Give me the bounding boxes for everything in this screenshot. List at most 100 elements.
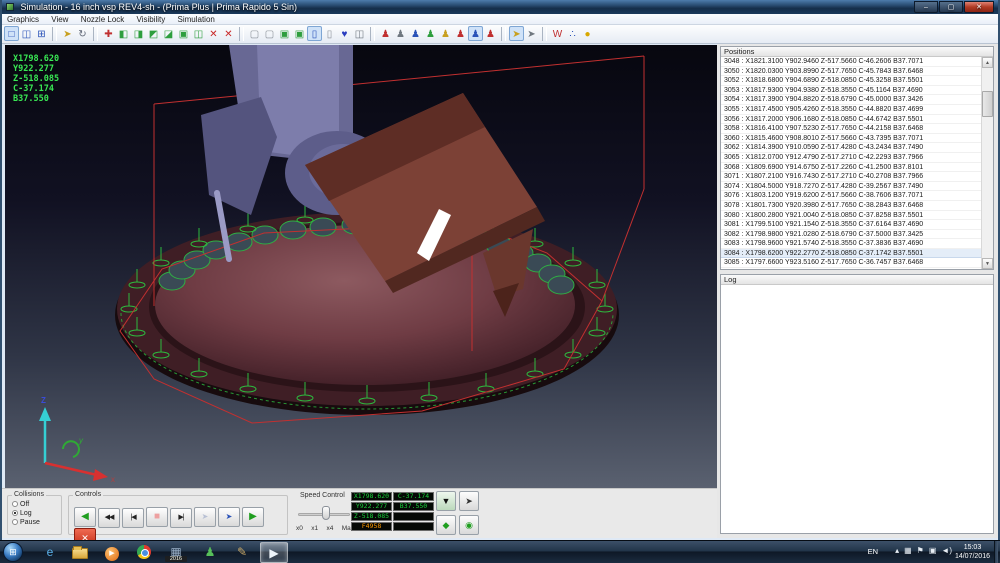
- target-tool-button[interactable]: ◉: [459, 515, 479, 535]
- scroll-down-icon[interactable]: ▼: [982, 258, 993, 269]
- position-row[interactable]: 3074 : X1804.5000 Y918.7270 Z-517.4280 C…: [721, 182, 981, 192]
- menu-nozzle-lock[interactable]: Nozzle Lock: [76, 14, 130, 25]
- nozzle-display-button[interactable]: ▼: [436, 491, 456, 511]
- run-to-button[interactable]: ➤: [218, 507, 240, 527]
- scroll-up-icon[interactable]: ▲: [982, 57, 993, 68]
- position-row[interactable]: 3065 : X1812.0700 Y912.4790 Z-517.2710 C…: [721, 153, 981, 163]
- bin-icon[interactable]: ◫: [352, 26, 367, 41]
- stop-button[interactable]: ■: [146, 507, 168, 527]
- part-shaded-icon[interactable]: ▣: [292, 26, 307, 41]
- viewport-split-icon[interactable]: ◫: [19, 26, 34, 41]
- maximize-button[interactable]: ▢: [939, 1, 963, 13]
- flag-icon[interactable]: ⚑: [917, 546, 924, 555]
- position-row[interactable]: 3052 : X1818.6800 Y904.6890 Z-518.0850 C…: [721, 76, 981, 86]
- language-indicator[interactable]: EN: [868, 547, 878, 556]
- position-row[interactable]: 3080 : X1800.2800 Y921.0040 Z-518.0850 C…: [721, 211, 981, 221]
- pick-append-icon[interactable]: ➤: [524, 26, 539, 41]
- wireframe-w-icon[interactable]: W: [550, 26, 565, 41]
- network-icon[interactable]: ▣: [929, 546, 937, 555]
- positions-list[interactable]: 3048 : X1821.3100 Y902.9460 Z-517.5660 C…: [721, 57, 981, 269]
- robot-pose-7-icon[interactable]: ♟: [468, 26, 483, 41]
- shield-icon[interactable]: ♥: [337, 26, 352, 41]
- log-area[interactable]: [721, 285, 993, 533]
- skip-end-button[interactable]: ▶|: [170, 508, 192, 528]
- part-solid-icon[interactable]: ▣: [277, 26, 292, 41]
- menu-visibility[interactable]: Visibility: [132, 14, 171, 25]
- positions-scrollbar[interactable]: ▲ ▼: [981, 57, 993, 269]
- jog-axis-icon[interactable]: ✚: [101, 26, 116, 41]
- taskbar-ie-icon[interactable]: e: [36, 542, 64, 563]
- lock-icon[interactable]: ●: [580, 26, 595, 41]
- menu-view[interactable]: View: [46, 14, 73, 25]
- clock[interactable]: 15:03 14/07/2016: [955, 543, 990, 561]
- part-wireframe-icon[interactable]: ▢: [247, 26, 262, 41]
- taskbar-app-2016-icon[interactable]: ▦2016: [162, 542, 190, 563]
- viewport-3d[interactable]: Z x y X1798.620 Y922.277 Z-518.085 C-37.…: [5, 45, 717, 488]
- close-button[interactable]: ✕: [964, 1, 994, 13]
- taskbar-active-sim-icon[interactable]: ▶: [260, 542, 288, 563]
- show-desktop-button[interactable]: [994, 541, 998, 563]
- part-ghost-icon[interactable]: ▢: [262, 26, 277, 41]
- play-button[interactable]: ▶: [242, 507, 264, 527]
- start-button[interactable]: ⊞: [3, 542, 23, 562]
- position-row[interactable]: 3068 : X1809.6900 Y914.6750 Z-517.2260 C…: [721, 163, 981, 173]
- taskbar-media-player-icon[interactable]: ▶: [98, 542, 126, 563]
- machine-view-5-icon[interactable]: ▣: [176, 26, 191, 41]
- robot-pose-8-icon[interactable]: ♟: [483, 26, 498, 41]
- position-row[interactable]: 3053 : X1817.9300 Y904.9380 Z-518.3550 C…: [721, 86, 981, 96]
- taskbar-explorer-icon[interactable]: [66, 542, 94, 563]
- delete-path-icon[interactable]: ✕: [206, 26, 221, 41]
- step-over-button[interactable]: ➤: [194, 507, 216, 527]
- position-row[interactable]: 3076 : X1803.1200 Y919.6200 Z-517.5660 C…: [721, 191, 981, 201]
- position-row[interactable]: 3055 : X1817.4500 Y905.4260 Z-518.3550 C…: [721, 105, 981, 115]
- speed-slider-thumb[interactable]: [322, 506, 330, 520]
- scroll-thumb[interactable]: [982, 91, 993, 117]
- machine-view-1-icon[interactable]: ◧: [116, 26, 131, 41]
- machine-view-4-icon[interactable]: ◪: [161, 26, 176, 41]
- robot-pose-4-icon[interactable]: ♟: [423, 26, 438, 41]
- position-row[interactable]: 3082 : X1798.9800 Y921.0280 Z-518.6790 C…: [721, 230, 981, 240]
- taskbar-utility-icon[interactable]: ✎: [228, 542, 256, 563]
- position-row[interactable]: 3054 : X1817.3900 Y904.8820 Z-518.6790 C…: [721, 95, 981, 105]
- path-nodes-icon[interactable]: ∴: [565, 26, 580, 41]
- viewport-single-icon[interactable]: □: [4, 26, 19, 41]
- position-row[interactable]: 3062 : X1814.3900 Y910.0590 Z-517.4280 C…: [721, 143, 981, 153]
- position-row[interactable]: 3048 : X1821.3100 Y902.9460 Z-517.5660 C…: [721, 57, 981, 67]
- robot-pose-2-icon[interactable]: ♟: [393, 26, 408, 41]
- position-row[interactable]: 3058 : X1816.4100 Y907.5230 Z-517.7650 C…: [721, 124, 981, 134]
- taskbar-chrome-icon[interactable]: [130, 542, 158, 563]
- pick-position-icon[interactable]: ➤: [509, 26, 524, 41]
- delete-all-paths-icon[interactable]: ✕: [221, 26, 236, 41]
- play-reverse-button[interactable]: ◀: [74, 507, 96, 527]
- collision-off-radio[interactable]: Off: [12, 500, 61, 509]
- grid-icon[interactable]: ▦: [904, 546, 912, 555]
- machine-view-6-icon[interactable]: ◫: [191, 26, 206, 41]
- taskbar-sim-icon[interactable]: ♟: [196, 542, 224, 563]
- volume-icon[interactable]: ◄): [941, 546, 952, 555]
- skip-start-button[interactable]: |◀: [122, 508, 144, 528]
- hand-tool-button[interactable]: ◆: [436, 515, 456, 535]
- collision-pause-radio[interactable]: Pause: [12, 518, 61, 527]
- machine-view-2-icon[interactable]: ◨: [131, 26, 146, 41]
- minimize-button[interactable]: –: [914, 1, 938, 13]
- position-row[interactable]: 3085 : X1797.6600 Y923.5160 Z-517.7650 C…: [721, 258, 981, 268]
- panel-toggle-icon[interactable]: ▯: [307, 26, 322, 41]
- robot-pose-1-icon[interactable]: ♟: [378, 26, 393, 41]
- menu-simulation[interactable]: Simulation: [172, 14, 219, 25]
- position-row[interactable]: 3060 : X1815.4600 Y908.8010 Z-517.5660 C…: [721, 134, 981, 144]
- position-row[interactable]: 3084 : X1798.6200 Y922.2770 Z-518.0850 C…: [721, 249, 981, 259]
- collision-log-radio[interactable]: Log: [12, 509, 61, 518]
- position-row[interactable]: 3056 : X1817.2000 Y906.1680 Z-518.0850 C…: [721, 115, 981, 125]
- viewport-quad-icon[interactable]: ⊞: [34, 26, 49, 41]
- menu-graphics[interactable]: Graphics: [2, 14, 44, 25]
- position-row[interactable]: 3083 : X1798.9600 Y921.5740 Z-518.3550 C…: [721, 239, 981, 249]
- orbit-rotate-icon[interactable]: ↻: [75, 26, 90, 41]
- robot-pose-3-icon[interactable]: ♟: [408, 26, 423, 41]
- select-cursor-icon[interactable]: ➤: [60, 26, 75, 41]
- position-row[interactable]: 3050 : X1820.0300 Y903.8990 Z-517.7650 C…: [721, 67, 981, 77]
- titlebar[interactable]: Simulation - 16 inch vsp REV4-sh - (Prim…: [2, 0, 998, 14]
- robot-pose-6-icon[interactable]: ♟: [453, 26, 468, 41]
- position-row[interactable]: 3078 : X1801.7300 Y920.3980 Z-517.7650 C…: [721, 201, 981, 211]
- position-row[interactable]: 3071 : X1807.2100 Y916.7430 Z-517.2710 C…: [721, 172, 981, 182]
- sheet-icon[interactable]: ▯: [322, 26, 337, 41]
